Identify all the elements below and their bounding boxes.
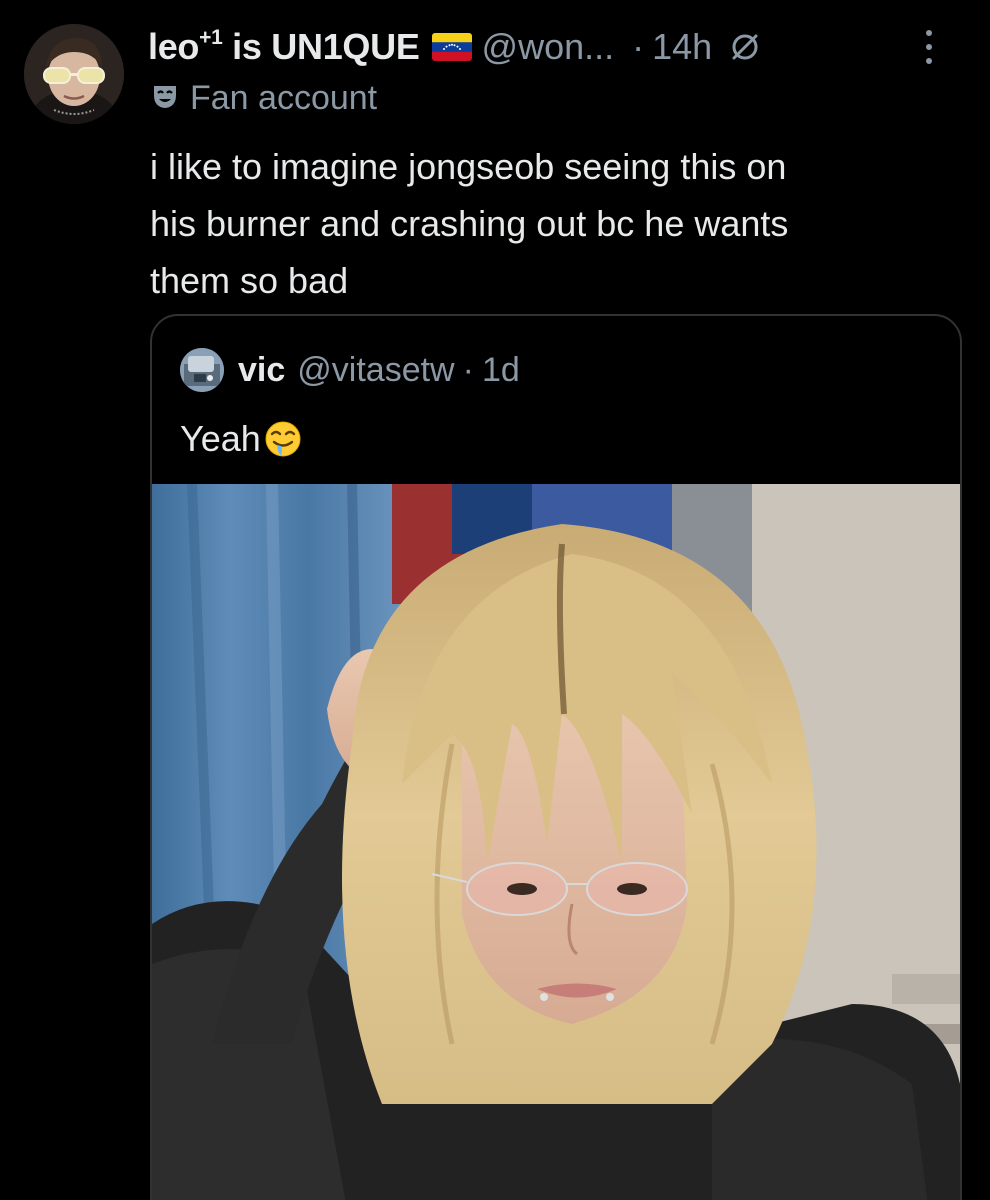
quoted-tweet-timestamp[interactable]: 1d: [482, 351, 520, 390]
venezuela-flag-icon: [431, 33, 472, 61]
author-handle[interactable]: @won...: [482, 26, 615, 68]
quoted-tweet-photo[interactable]: [152, 484, 960, 1200]
author-display-name[interactable]: leo+1 is UN1QUE: [148, 26, 420, 68]
quoted-author-name[interactable]: vic: [238, 351, 285, 390]
theater-mask-icon: [150, 81, 180, 116]
more-options-icon[interactable]: [926, 30, 932, 64]
quoted-tweet-header: vic @vitasetw · 1d: [180, 348, 520, 392]
separator-dot: ·: [462, 350, 474, 389]
tweet-header: leo+1 is UN1QUE @won... · 14h: [148, 22, 762, 72]
account-label-text: Fan account: [190, 78, 378, 117]
quoted-tweet-text-content: Yeah: [180, 418, 261, 459]
quoted-tweet-card[interactable]: vic @vitasetw · 1d Yeah: [150, 314, 962, 1200]
quoted-author-avatar[interactable]: [180, 348, 224, 392]
drooling-face-emoji-icon: [263, 419, 303, 459]
account-label[interactable]: Fan account: [150, 76, 377, 120]
tweet-timestamp[interactable]: 14h: [652, 26, 712, 68]
tweet-text-line: them so bad: [150, 260, 349, 301]
muted-circle-icon: [728, 30, 762, 64]
quoted-tweet-text: Yeah: [180, 414, 303, 464]
display-name-superscript: +1: [199, 26, 223, 49]
tweet-text-line: his burner and crashing out bc he wants: [150, 203, 789, 244]
separator-dot: ·: [632, 26, 645, 67]
tweet-view: leo+1 is UN1QUE @won... · 14h Fan accoun…: [0, 0, 990, 1200]
tweet-text-line: i like to imagine jongseob seeing this o…: [150, 146, 787, 187]
tweet-text: i like to imagine jongseob seeing this o…: [150, 138, 960, 309]
author-avatar[interactable]: [24, 24, 124, 124]
quoted-author-handle[interactable]: @vitasetw: [297, 351, 454, 390]
